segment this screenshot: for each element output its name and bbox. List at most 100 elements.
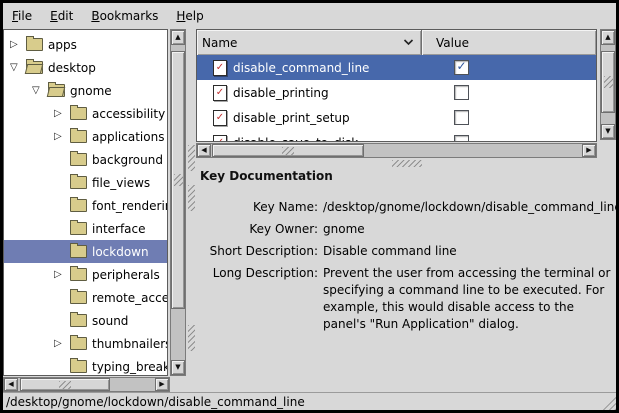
tree-vertical-scrollbar[interactable]: ▲ ▼ — [170, 29, 186, 376]
menu-edit[interactable]: Edit — [41, 5, 82, 27]
value-checkbox[interactable]: ✓ — [454, 60, 469, 75]
key-icon: ✓ — [213, 60, 227, 76]
expander-collapsed-icon[interactable]: ▷ — [10, 39, 26, 50]
menu-file-label: ile — [18, 9, 32, 23]
list-header: Name Value — [197, 30, 596, 55]
folder-icon — [70, 268, 87, 281]
tree-item-sound[interactable]: sound — [4, 309, 167, 332]
expander-collapsed-icon[interactable]: ▷ — [54, 131, 70, 142]
tree-item-typing-break[interactable]: typing_break — [4, 355, 167, 376]
doc-field-long-description: Long Description: Prevent the user from … — [196, 265, 616, 333]
scroll-left-button[interactable]: ◀ — [197, 144, 211, 157]
scroll-left-button[interactable]: ◀ — [4, 378, 18, 391]
tree-item-background[interactable]: background — [4, 148, 167, 171]
checkbox-check-icon: ✓ — [455, 60, 468, 74]
arrow-up-icon: ▲ — [175, 34, 180, 41]
tree-item-label: file_views — [92, 176, 150, 190]
list-horizontal-scrollbar[interactable]: ◀ ▶ — [196, 143, 597, 158]
window-resize-grip[interactable] — [601, 395, 616, 410]
key-name: disable_printing — [233, 86, 329, 100]
scrollbar-thumb[interactable] — [601, 51, 615, 113]
folder-icon — [70, 360, 87, 373]
statusbar: /desktop/gnome/lockdown/disable_command_… — [3, 392, 616, 410]
menu-help[interactable]: Help — [167, 5, 212, 27]
column-header-name[interactable]: Name — [197, 30, 422, 55]
doc-field-label: Key Name: — [196, 199, 318, 216]
scrollbar-thumb[interactable] — [171, 51, 185, 309]
scroll-right-button[interactable]: ▶ — [582, 144, 596, 157]
key-icon: ✓ — [213, 85, 227, 101]
doc-field-label: Long Description: — [196, 265, 318, 333]
tree-item-label: font_rendering — [92, 199, 167, 213]
menu-bookmarks[interactable]: Bookmarks — [82, 5, 167, 27]
doc-field-value: Prevent the user from accessing the term… — [323, 265, 616, 333]
splitter-grip — [188, 145, 195, 171]
menu-file[interactable]: File — [3, 5, 41, 27]
folder-icon — [70, 245, 87, 258]
key-row-disable-print-setup[interactable]: ✓disable_print_setup ✓ — [197, 105, 596, 130]
tree-item-label: thumbnailers — [92, 337, 167, 351]
doc-field-key-name: Key Name: /desktop/gnome/lockdown/disabl… — [196, 199, 616, 216]
expander-collapsed-icon[interactable]: ▷ — [54, 338, 70, 349]
key-check-glyph: ✓ — [214, 86, 226, 100]
open-folder-icon — [48, 84, 65, 97]
tree-item-apps[interactable]: ▷apps — [4, 33, 167, 56]
key-row-disable-save-to-disk[interactable]: ✓disable_save_to_disk ✓ — [197, 130, 596, 142]
thumb-grip — [282, 147, 294, 155]
scroll-down-button[interactable]: ▼ — [601, 124, 615, 139]
tree-item-label: lockdown — [92, 245, 149, 259]
menu-bookmarks-mnemonic: B — [91, 9, 99, 23]
tree-item-applications[interactable]: ▷applications — [4, 125, 167, 148]
tree-item-accessibility[interactable]: ▷ accessibility — [4, 102, 167, 125]
tree-item-label: typing_break — [92, 360, 167, 374]
folder-icon — [70, 222, 87, 235]
key-list: Name Value ✓disable_command_line ✓ ✓disa… — [196, 29, 597, 142]
scroll-up-button[interactable]: ▲ — [171, 30, 185, 45]
tree-item-interface[interactable]: interface — [4, 217, 167, 240]
tree-item-thumbnailers[interactable]: ▷ thumbnailers — [4, 332, 167, 355]
arrow-left-icon: ◀ — [201, 147, 206, 154]
menu-help-label: elp — [185, 9, 203, 23]
folder-icon — [70, 337, 87, 350]
expander-expanded-icon[interactable]: ▽ — [10, 62, 26, 73]
doc-field-short-description: Short Description: Disable command line — [196, 243, 616, 260]
arrow-down-icon: ▼ — [605, 128, 610, 135]
key-row-disable-printing[interactable]: ✓ disable_printing ✓ — [197, 80, 596, 105]
key-name: disable_command_line — [233, 61, 369, 75]
value-checkbox[interactable]: ✓ — [454, 110, 469, 125]
scrollbar-thumb[interactable] — [212, 144, 364, 157]
tree-horizontal-scrollbar[interactable]: ◀ ▶ — [3, 377, 170, 392]
tree-item-lockdown-selected[interactable]: lockdown — [4, 240, 167, 263]
key-check-glyph: ✓ — [214, 61, 226, 75]
folder-icon — [70, 176, 87, 189]
scroll-up-button[interactable]: ▲ — [601, 30, 615, 45]
key-check-glyph: ✓ — [214, 111, 226, 125]
doc-field-value: /desktop/gnome/lockdown/disable_command_… — [323, 199, 616, 216]
tree-item-file-views[interactable]: file_views — [4, 171, 167, 194]
scroll-down-button[interactable]: ▼ — [171, 360, 185, 375]
list-vertical-scrollbar[interactable]: ▲ ▼ — [600, 29, 616, 140]
expander-expanded-icon[interactable]: ▽ — [32, 85, 48, 96]
tree-item-label: accessibility — [92, 107, 165, 121]
scrollbar-thumb[interactable] — [20, 378, 110, 391]
doc-field-key-owner: Key Owner: gnome — [196, 221, 616, 238]
tree-item-gnome[interactable]: ▽gnome — [4, 79, 167, 102]
tree-item-label: desktop — [48, 61, 96, 75]
column-header-label: Name — [202, 36, 237, 50]
folder-icon — [70, 130, 87, 143]
key-name: disable_save_to_disk — [233, 136, 358, 143]
pane-splitter-horizontal[interactable] — [196, 159, 616, 168]
value-checkbox[interactable]: ✓ — [454, 135, 469, 142]
scroll-right-button[interactable]: ▶ — [155, 378, 169, 391]
tree-item-font-rendering[interactable]: font_rendering — [4, 194, 167, 217]
value-checkbox[interactable]: ✓ — [454, 85, 469, 100]
key-row-disable-command-line-selected[interactable]: ✓ disable_command_line ✓ — [197, 55, 596, 80]
tree-item-desktop[interactable]: ▽ desktop — [4, 56, 167, 79]
doc-field-label: Key Owner: — [196, 221, 318, 238]
expander-collapsed-icon[interactable]: ▷ — [54, 108, 70, 119]
tree-item-peripherals[interactable]: ▷peripherals — [4, 263, 167, 286]
tree-item-remote-access[interactable]: remote_access — [4, 286, 167, 309]
expander-collapsed-icon[interactable]: ▷ — [54, 269, 70, 280]
pane-splitter-vertical[interactable] — [187, 29, 196, 392]
column-header-value[interactable]: Value — [422, 30, 596, 55]
